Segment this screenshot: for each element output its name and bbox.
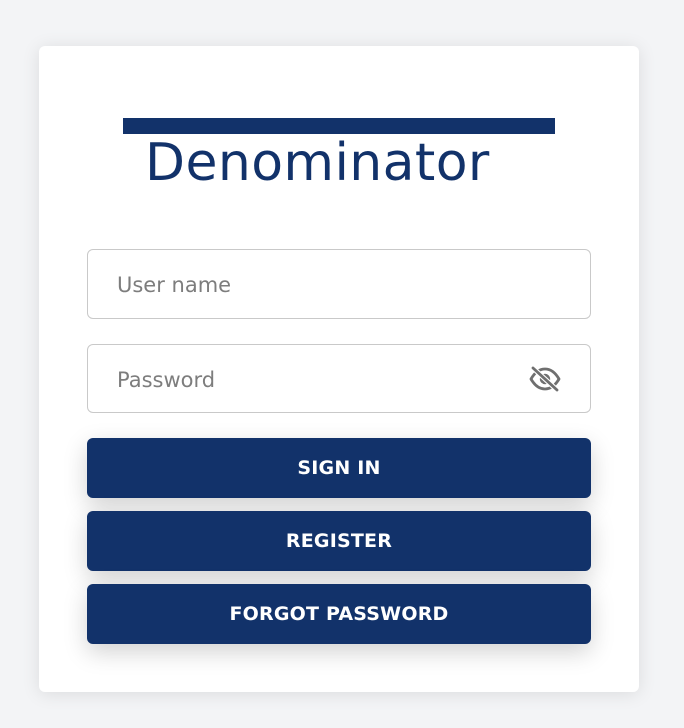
password-field[interactable] [87, 344, 591, 414]
username-input[interactable] [115, 250, 529, 320]
password-input[interactable] [115, 345, 529, 414]
brand-logo: Denominator [123, 118, 555, 193]
sign-in-button[interactable]: SIGN IN [87, 438, 591, 498]
brand-name: Denominator [145, 133, 490, 193]
username-field[interactable] [87, 249, 591, 320]
forgot-password-button[interactable]: FORGOT PASSWORD [87, 584, 591, 644]
login-card: Denominator SIGN IN REGISTER FORGOT PASS… [39, 46, 639, 692]
eye-slash-icon[interactable] [527, 364, 563, 394]
register-button[interactable]: REGISTER [87, 511, 591, 571]
